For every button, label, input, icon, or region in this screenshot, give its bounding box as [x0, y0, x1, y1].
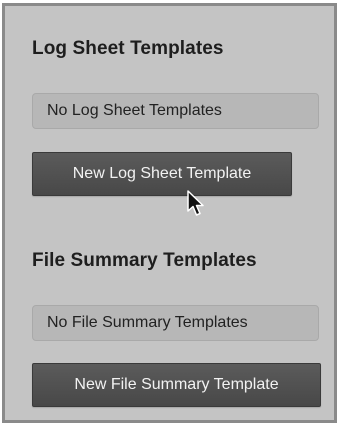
templates-panel: Log Sheet Templates No Log Sheet Templat… [2, 3, 337, 423]
new-log-sheet-template-button[interactable]: New Log Sheet Template [32, 152, 292, 196]
file-summary-templates-empty-state: No File Summary Templates [32, 305, 319, 341]
file-summary-templates-heading: File Summary Templates [32, 250, 257, 271]
new-file-summary-template-button[interactable]: New File Summary Template [32, 363, 321, 407]
log-sheet-templates-empty-state: No Log Sheet Templates [32, 93, 319, 129]
log-sheet-templates-heading: Log Sheet Templates [32, 38, 224, 59]
